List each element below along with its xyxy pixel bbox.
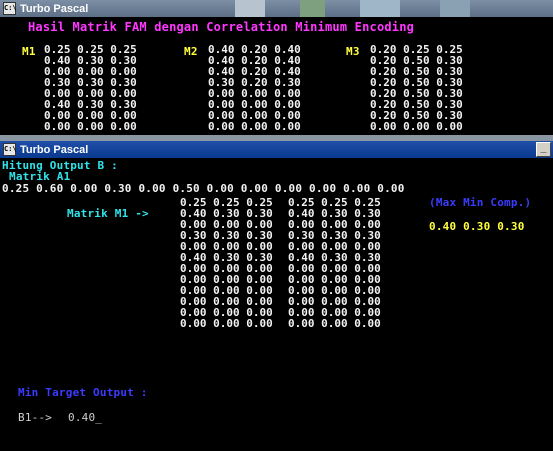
taskbar-thumbnail-strip	[300, 0, 325, 17]
matrik-m1-label: Matrik M1 ->	[67, 207, 149, 220]
m1-matrix-row: 0.00 0.00 0.00	[44, 120, 137, 133]
m1-matrix: 0.25 0.25 0.25 0.40 0.30 0.30 0.00 0.00 0.…	[44, 44, 137, 132]
window-1-console: Hasil Matrik FAM dengan Correlation Mini…	[3, 17, 550, 135]
b1-input[interactable]: 0.40_	[68, 412, 102, 423]
window-1-titlebar[interactable]: C:\ Turbo Pascal	[0, 0, 553, 17]
taskbar-thumbnail-strip	[360, 0, 400, 17]
m1-left-matrix: 0.25 0.25 0.25 0.40 0.30 0.30 0.00 0.00 0.…	[180, 197, 273, 329]
fam-heading: Hasil Matrik FAM dengan Correlation Mini…	[28, 20, 415, 34]
m2-matrix-row: 0.00 0.00 0.00	[208, 120, 301, 133]
console-icon: C:\	[3, 143, 17, 156]
m3-label: M3	[346, 45, 360, 58]
console-icon: C:\	[3, 2, 17, 15]
turbo-pascal-window-1: C:\ Turbo Pascal Hasil Matrik FAM dengan…	[0, 0, 553, 135]
window-2-titlebar[interactable]: C:\ Turbo Pascal _	[0, 141, 553, 158]
turbo-pascal-window-2: C:\ Turbo Pascal _ Hitung Output B : Mat…	[0, 141, 553, 451]
window-2-console: Hitung Output B : Matrik A1 0.25 0.60 0.…	[0, 158, 553, 451]
matrik-a1-label: Matrik A1	[9, 170, 71, 183]
minimize-button[interactable]: _	[536, 142, 551, 157]
b1-prompt: B1-->	[18, 411, 53, 424]
m1-right-matrix: 0.25 0.25 0.25 0.40 0.30 0.30 0.00 0.00 0.…	[288, 197, 381, 329]
taskbar-thumbnail-strip	[440, 0, 470, 17]
min-target-output-label: Min Target Output :	[18, 386, 148, 399]
a1-values: 0.25 0.60 0.00 0.30 0.00 0.50 0.00 0.00 …	[2, 182, 405, 195]
m3-matrix: 0.20 0.25 0.25 0.20 0.50 0.30 0.20 0.50 0.…	[370, 44, 463, 132]
m1-right-matrix-row: 0.00 0.00 0.00	[288, 317, 381, 330]
b1-value: 0.40	[68, 411, 96, 424]
m2-label: M2	[184, 45, 198, 58]
window-1-title: Turbo Pascal	[20, 2, 89, 15]
max-min-values: 0.40 0.30 0.30	[429, 220, 525, 233]
m3-matrix-row: 0.00 0.00 0.00	[370, 120, 463, 133]
taskbar-thumbnail-strip	[235, 0, 265, 17]
window-2-title: Turbo Pascal	[20, 143, 89, 156]
max-min-comp-label: (Max Min Comp.)	[429, 196, 532, 209]
m1-left-matrix-row: 0.00 0.00 0.00	[180, 317, 273, 330]
text-cursor: _	[95, 411, 103, 424]
m2-matrix: 0.40 0.20 0.40 0.40 0.20 0.40 0.40 0.20 0.…	[208, 44, 301, 132]
m1-label: M1	[22, 45, 36, 58]
